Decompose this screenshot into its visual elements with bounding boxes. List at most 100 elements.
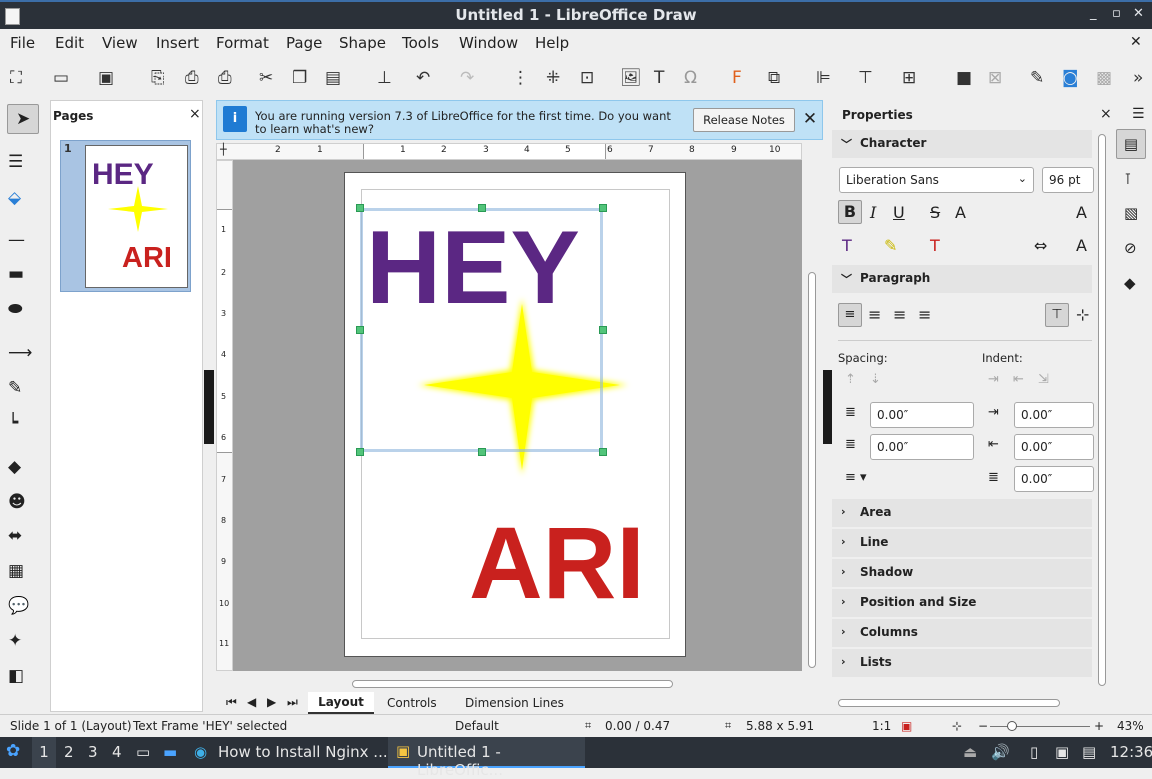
menu-file[interactable]: File [10, 34, 35, 52]
align-icon[interactable]: ⊫ [816, 68, 831, 88]
first-tab-icon[interactable]: ⏮ [226, 695, 237, 710]
transformations-icon[interactable]: ⧉ [768, 68, 780, 88]
image-icon[interactable]: 🖼 [620, 68, 642, 88]
arrange-icon[interactable]: ⊤ [858, 68, 873, 88]
highlight-icon[interactable]: ✎ [884, 236, 897, 255]
font-name-field[interactable]: Liberation Sans ⌄ [839, 167, 1034, 193]
fontwork-icon[interactable]: F [732, 68, 742, 88]
helplines-icon[interactable]: ⁜ [546, 68, 560, 88]
close-window-button[interactable]: ✕ [1133, 6, 1144, 21]
outline-button[interactable]: A [955, 203, 966, 222]
resize-handle-br[interactable] [599, 448, 607, 456]
gallery-deck-icon[interactable]: ▧ [1124, 204, 1138, 222]
section-line[interactable]: › Line [832, 529, 1092, 557]
increase-size-button[interactable]: A [1076, 203, 1087, 222]
line-color-icon[interactable]: ☰ [8, 152, 23, 172]
increase-spacing-icon[interactable]: ⇡ [845, 372, 856, 387]
justify-button[interactable]: ≡ [918, 305, 931, 324]
decrease-spacing-icon[interactable]: ⇣ [870, 372, 881, 387]
section-position-size[interactable]: › Position and Size [832, 589, 1092, 617]
clear-formatting-icon[interactable]: T [930, 236, 940, 255]
cut-icon[interactable]: ✂ [259, 68, 273, 88]
prev-tab-icon[interactable]: ◀ [247, 695, 256, 709]
menu-shape[interactable]: Shape [339, 34, 386, 52]
menu-insert[interactable]: Insert [156, 34, 199, 52]
block-arrows-icon[interactable]: ⬌ [8, 526, 22, 546]
bold-button[interactable]: B [838, 200, 862, 224]
section-columns[interactable]: › Columns [832, 619, 1092, 647]
curve-icon[interactable]: ✎ [8, 378, 22, 398]
indent-before-field[interactable]: 0.00″ [1014, 402, 1094, 428]
tray-icon[interactable]: ⏏ [963, 743, 977, 761]
notifications-icon[interactable]: ▤ [1082, 743, 1096, 761]
redo-icon[interactable]: ↷ [460, 68, 474, 88]
line-spacing-icon[interactable]: ≡ ▾ [845, 470, 867, 485]
more-tools-icon[interactable]: » [1133, 68, 1143, 88]
align-right-button[interactable]: ≡ [893, 305, 906, 324]
vertical-scrollbar[interactable] [806, 160, 818, 671]
underline-button[interactable]: U [893, 203, 905, 222]
spacing-above-field[interactable]: 0.00″ [870, 402, 974, 428]
distribute-icon[interactable]: ⊞ [902, 68, 916, 88]
select-tool[interactable]: ➤ [7, 104, 39, 134]
fit-page-icon[interactable]: ⊹ [952, 719, 962, 733]
files-icon[interactable]: ▭ [136, 743, 150, 761]
tab-dimension-lines[interactable]: Dimension Lines [465, 696, 564, 710]
workspace-3[interactable]: 3 [88, 743, 98, 761]
increase-indent-icon[interactable]: ⇥ [988, 372, 999, 387]
character-spacing-icon[interactable]: ⇔ [1034, 236, 1047, 255]
section-shadow[interactable]: › Shadow [832, 559, 1092, 587]
workspace-4[interactable]: 4 [112, 743, 122, 761]
navigator-deck-icon[interactable]: ⊘ [1124, 239, 1137, 257]
indent-after-field[interactable]: 0.00″ [1014, 434, 1094, 460]
properties-vscroll[interactable] [1098, 134, 1106, 686]
line-tool-icon[interactable]: — [8, 230, 25, 250]
spacing-below-field[interactable]: 0.00″ [870, 434, 974, 460]
zoom-pan-icon[interactable]: ⛶ [10, 68, 22, 88]
horizontal-ruler[interactable]: ┼ 2 1 1 2 3 4 5 6 7 8 9 10 [216, 143, 802, 160]
print-icon[interactable]: ⎙ [218, 68, 232, 88]
status-zoom[interactable]: 43% [1117, 719, 1144, 733]
shadow-text-icon[interactable]: A [1076, 236, 1087, 255]
zoom-slider-thumb[interactable] [1007, 721, 1017, 731]
styles-deck-icon[interactable]: ⊺ [1124, 170, 1132, 188]
zoom-in-button[interactable]: + [1094, 719, 1104, 733]
resize-handle-tr[interactable] [599, 204, 607, 212]
glue-icon[interactable]: ◙ [1062, 68, 1079, 88]
hanging-indent-icon[interactable]: ⇲ [1038, 372, 1049, 387]
start-menu-icon[interactable]: ✿ [6, 741, 20, 761]
textbox-icon[interactable]: T [654, 68, 664, 88]
zoom-icon[interactable]: ⊡ [580, 68, 594, 88]
first-line-indent-field[interactable]: 0.00″ [1014, 466, 1094, 492]
menu-view[interactable]: View [102, 34, 138, 52]
clone-formatting-icon[interactable]: ⊥ [377, 68, 392, 88]
resize-handle-r[interactable] [599, 326, 607, 334]
save-icon[interactable]: ▣ [98, 68, 114, 88]
tab-layout[interactable]: Layout [308, 692, 374, 714]
menu-edit[interactable]: Edit [55, 34, 84, 52]
resize-handle-bl[interactable] [356, 448, 364, 456]
flowchart-icon[interactable]: ▦ [8, 561, 24, 581]
release-notes-button[interactable]: Release Notes [693, 108, 795, 132]
callouts-icon[interactable]: 💬 [8, 596, 29, 616]
ellipse-icon[interactable]: ⬬ [8, 299, 23, 319]
next-tab-icon[interactable]: ▶ [267, 695, 276, 709]
desktop-icon[interactable]: ▬ [163, 743, 177, 761]
zoom-out-button[interactable]: − [978, 719, 988, 733]
clipboard-icon[interactable]: ▯ [1030, 743, 1038, 761]
properties-deck-icon[interactable]: ▤ [1116, 129, 1146, 159]
crop-icon[interactable]: ⊠ [988, 68, 1002, 88]
undo-icon[interactable]: ↶ [416, 68, 430, 88]
menu-format[interactable]: Format [216, 34, 269, 52]
menu-window[interactable]: Window [459, 34, 518, 52]
shapes-deck-icon[interactable]: ◆ [1124, 274, 1136, 292]
taskbar-draw-window[interactable]: ▣ Untitled 1 - LibreOffic... [388, 737, 585, 779]
stars-icon[interactable]: ✦ [8, 631, 22, 651]
section-paragraph[interactable]: ﹀ Paragraph [832, 265, 1092, 293]
maximize-button[interactable]: ▫ [1112, 6, 1121, 21]
3d-objects-icon[interactable]: ◧ [8, 666, 24, 686]
extrusion-icon[interactable]: ▩ [1096, 68, 1112, 88]
workspace-2[interactable]: 2 [64, 743, 74, 761]
resize-handle-b[interactable] [478, 448, 486, 456]
infobar-close-button[interactable]: ✕ [800, 109, 820, 131]
